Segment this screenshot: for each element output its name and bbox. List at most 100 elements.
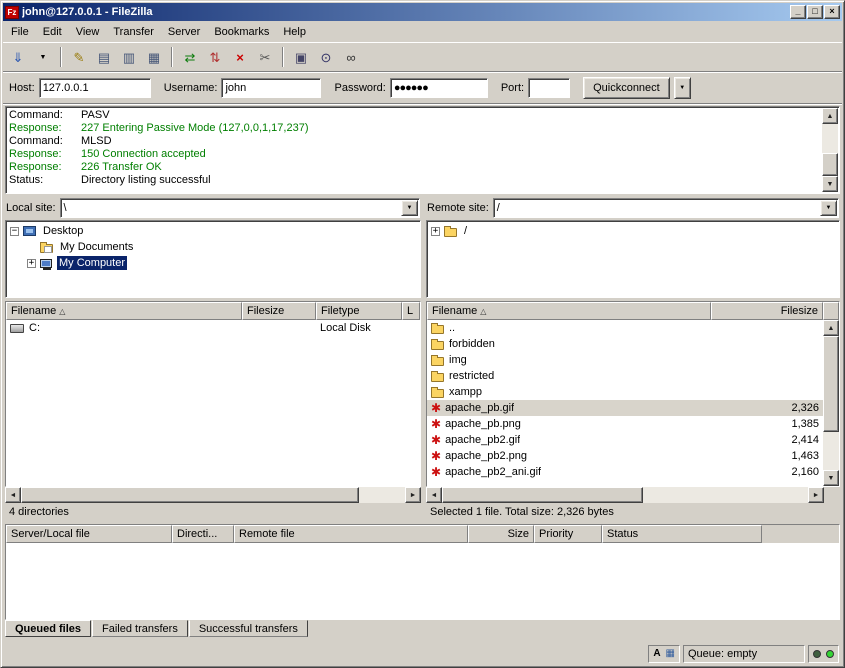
minimize-button[interactable]: _ [790,5,806,19]
combo-dropdown-icon[interactable]: ▼ [820,200,837,216]
queue-body[interactable] [6,543,839,619]
scrollbar-track[interactable] [21,487,405,503]
file-row-item[interactable]: .. [427,320,823,336]
column-header-filetype[interactable]: Filetype [316,302,402,320]
tree-item-desktop[interactable]: −Desktop [7,223,419,239]
file-row-apache-pb-gif[interactable]: ✱apache_pb.gif2,326 [427,400,823,416]
menu-item-edit[interactable]: Edit [36,23,69,41]
file-cell [711,352,823,368]
remote-pane: Remote site: / ▼ +/ Filename△Filesize ..… [426,196,840,522]
tree-expander-icon[interactable]: + [431,227,440,236]
remote-tree-toggle-button[interactable]: ▥ [117,45,141,69]
menu-item-help[interactable]: Help [276,23,313,41]
maximize-button[interactable]: □ [807,5,823,19]
local-site-label: Local site: [6,202,56,214]
column-header-filename[interactable]: Filename△ [427,302,711,320]
column-header-filename[interactable]: Filename△ [6,302,242,320]
file-row-restricted[interactable]: restricted [427,368,823,384]
menu-item-bookmarks[interactable]: Bookmarks [207,23,276,41]
scroll-down-icon[interactable]: ▼ [823,470,839,486]
column-header-size[interactable]: Size [468,525,534,543]
tree-expander-icon[interactable]: + [27,259,36,268]
port-input[interactable] [528,78,570,98]
tab-failed-transfers[interactable]: Failed transfers [92,620,188,637]
process-queue-button[interactable]: ⇅ [203,45,227,69]
scrollbar-track[interactable] [823,336,839,470]
file-icon: ✱ [431,434,441,446]
scrollbar-thumb[interactable] [21,487,359,503]
file-row-apache-pb2-png[interactable]: ✱apache_pb2.png1,463 [427,448,823,464]
scrollbar-track[interactable] [442,487,808,503]
column-header-remote-file[interactable]: Remote file [234,525,468,543]
find-files-button[interactable]: ∞ [339,45,363,69]
menu-item-server[interactable]: Server [161,23,207,41]
scroll-left-icon[interactable]: ◄ [5,487,21,503]
scrollbar-thumb[interactable] [442,487,643,503]
binary-mode-icon: ▦ [666,649,675,659]
file-row-img[interactable]: img [427,352,823,368]
tab-queued-files[interactable]: Queued files [5,620,91,637]
local-hscrollbar[interactable]: ◄ ► [5,487,421,503]
password-input[interactable] [390,78,488,98]
file-row-apache-pb-png[interactable]: ✱apache_pb.png1,385 [427,416,823,432]
cell-text: .. [449,322,455,334]
message-log-toggle-button[interactable]: ✎ [67,45,91,69]
directory-compare-button[interactable]: ▣ [289,45,313,69]
menu-item-file[interactable]: File [4,23,36,41]
tree-expander-icon[interactable]: − [10,227,19,236]
cell-text: apache_pb2.gif [445,434,520,446]
column-header-filesize[interactable]: Filesize [711,302,823,320]
menu-item-transfer[interactable]: Transfer [106,23,161,41]
file-row-c[interactable]: C:Local Disk [6,320,420,336]
remote-hscrollbar[interactable]: ◄ ► [426,487,840,503]
log-text: 226 Transfer OK [81,161,162,174]
username-input[interactable] [221,78,321,98]
column-header-filesize[interactable]: Filesize [242,302,316,320]
site-manager-button[interactable]: ⇓ [6,45,30,69]
scroll-right-icon[interactable]: ► [808,487,824,503]
scrollbar-thumb[interactable] [823,336,839,432]
cancel-button[interactable]: × [228,45,252,69]
refresh-button[interactable]: ⇄ [178,45,202,69]
tree-label: / [462,224,469,238]
scrollbar-track[interactable] [822,124,838,176]
scrollbar-thumb[interactable] [822,153,838,176]
column-header-status[interactable]: Status [602,525,762,543]
tab-successful-transfers[interactable]: Successful transfers [189,620,308,637]
menu-item-view[interactable]: View [69,23,107,41]
close-button[interactable]: × [824,5,840,19]
remote-list-scrollbar[interactable]: ▲ ▼ [823,320,839,486]
queue-status-text: Queue: empty [688,648,757,660]
queue-toggle-button[interactable]: ▦ [142,45,166,69]
column-header-filler [823,302,839,320]
site-manager-dropdown-button[interactable]: ▼ [31,45,55,69]
column-header-l[interactable]: L [402,302,420,320]
column-header-server-local-file[interactable]: Server/Local file [6,525,172,543]
quickconnect-dropdown-button[interactable]: ▼ [674,77,691,99]
scroll-up-icon[interactable]: ▲ [823,320,839,336]
tree-item-my-documents[interactable]: My Documents [7,239,419,255]
scroll-down-icon[interactable]: ▼ [822,176,838,192]
column-header-directi[interactable]: Directi... [172,525,234,543]
combo-dropdown-icon[interactable]: ▼ [401,200,418,216]
search-button[interactable]: ⊙ [314,45,338,69]
file-row-xampp[interactable]: xampp [427,384,823,400]
disconnect-button[interactable]: ✂ [253,45,277,69]
scroll-left-icon[interactable]: ◄ [426,487,442,503]
log-label: Status: [9,174,81,187]
log-scrollbar[interactable]: ▲ ▼ [822,108,838,192]
local-tree-toggle-button[interactable]: ▤ [92,45,116,69]
scroll-right-icon[interactable]: ► [405,487,421,503]
quickconnect-button[interactable]: Quickconnect [583,77,670,99]
scroll-up-icon[interactable]: ▲ [822,108,838,124]
tree-item-my-computer[interactable]: +My Computer [7,255,419,271]
host-input[interactable] [39,78,151,98]
local-list-header: Filename△FilesizeFiletypeL [6,302,420,320]
remote-site-combo[interactable]: / ▼ [493,198,839,218]
file-row-forbidden[interactable]: forbidden [427,336,823,352]
tree-item-item[interactable]: +/ [428,223,838,239]
local-site-combo[interactable]: \ ▼ [60,198,420,218]
column-header-priority[interactable]: Priority [534,525,602,543]
file-row-apache-pb2-gif[interactable]: ✱apache_pb2.gif2,414 [427,432,823,448]
file-row-apache-pb2-ani-gif[interactable]: ✱apache_pb2_ani.gif2,160 [427,464,823,480]
